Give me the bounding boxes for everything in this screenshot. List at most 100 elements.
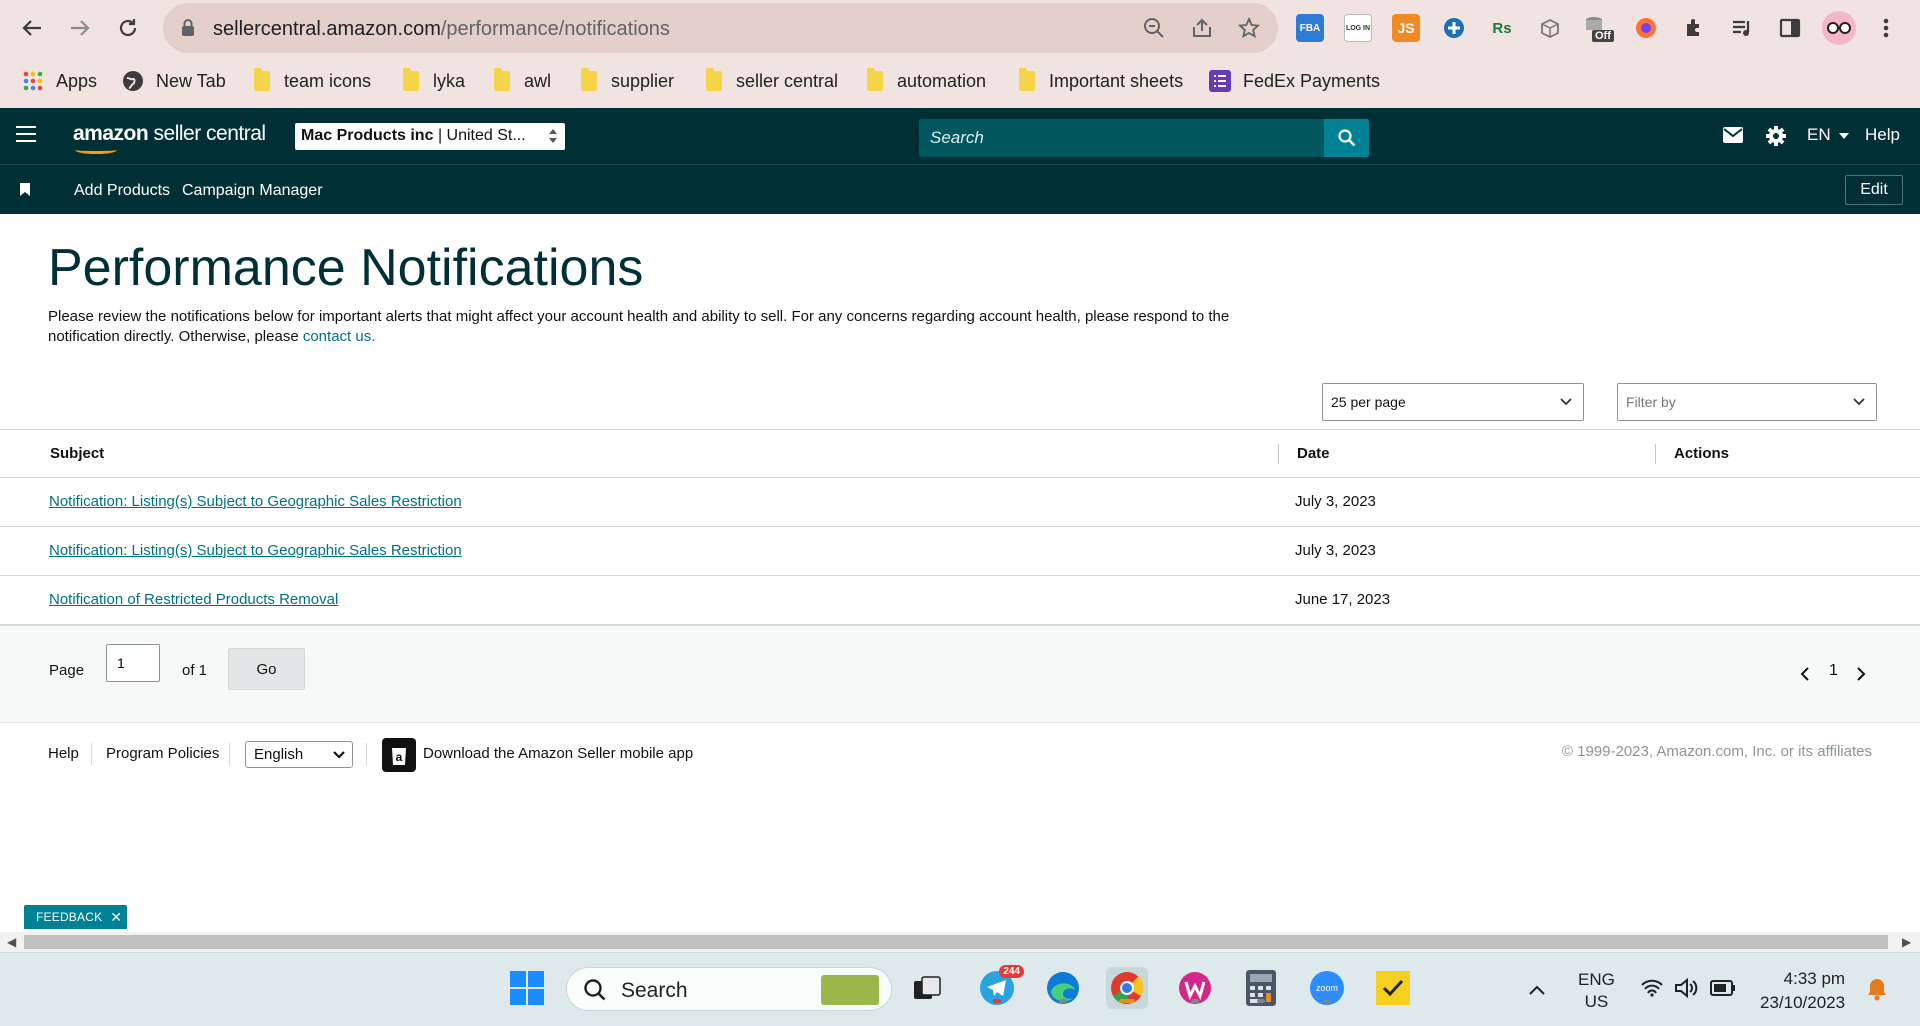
bookmark-icon[interactable] bbox=[20, 183, 30, 196]
apps-grid-icon bbox=[23, 71, 43, 91]
bookmark-fedex-payments[interactable]: FedEx Payments bbox=[1209, 68, 1380, 94]
bookmark-lyka[interactable]: lyka bbox=[403, 68, 465, 94]
page-number-input[interactable] bbox=[106, 644, 160, 682]
bookmark-team-icons[interactable]: team icons bbox=[254, 68, 371, 94]
search-box[interactable] bbox=[919, 119, 1324, 157]
side-panel-icon[interactable] bbox=[1776, 14, 1804, 42]
forward-button[interactable] bbox=[62, 10, 98, 46]
per-page-dropdown[interactable]: 25 per page bbox=[1322, 383, 1584, 421]
sticky-notes-icon[interactable] bbox=[1372, 967, 1414, 1009]
folder-icon bbox=[403, 68, 419, 91]
fba-extension-icon[interactable]: FBA bbox=[1296, 14, 1324, 42]
bookmark-new-tab[interactable]: New Tab bbox=[122, 68, 226, 94]
address-bar[interactable]: sellercentral.amazon.com/performance/not… bbox=[163, 3, 1278, 53]
profile-avatar-icon[interactable] bbox=[1822, 11, 1856, 45]
close-icon[interactable]: ✕ bbox=[110, 909, 122, 926]
language-code: ENG bbox=[1578, 970, 1615, 989]
calculator-icon[interactable] bbox=[1240, 967, 1282, 1009]
scroll-left-arrow-icon[interactable]: ◀ bbox=[7, 935, 16, 949]
input-language-indicator[interactable]: ENG US bbox=[1578, 969, 1615, 1013]
extensions-puzzle-icon[interactable] bbox=[1680, 14, 1708, 42]
taskbar-search[interactable]: Search bbox=[566, 967, 892, 1011]
wifi-icon[interactable] bbox=[1640, 979, 1664, 997]
off-extension-icon[interactable]: Off bbox=[1584, 14, 1618, 42]
go-button[interactable]: Go bbox=[228, 648, 305, 690]
media-queue-icon[interactable] bbox=[1728, 14, 1756, 42]
bookmark-star-icon[interactable] bbox=[1236, 15, 1262, 41]
off-extension-label: Off bbox=[1592, 30, 1614, 42]
current-page-number[interactable]: 1 bbox=[1829, 662, 1838, 680]
language-selector[interactable]: EN bbox=[1807, 125, 1850, 145]
notification-subject-link[interactable]: Notification: Listing(s) Subject to Geog… bbox=[49, 542, 462, 559]
search-icon bbox=[1337, 129, 1355, 147]
js-extension-label: JS bbox=[1397, 20, 1415, 36]
hamburger-menu-icon[interactable] bbox=[16, 126, 36, 146]
back-button[interactable] bbox=[14, 10, 50, 46]
wps-office-icon[interactable] bbox=[1174, 967, 1216, 1009]
column-header-date[interactable]: Date bbox=[1297, 445, 1330, 462]
help-link[interactable]: Help bbox=[1865, 125, 1900, 145]
scrollbar-thumb[interactable] bbox=[24, 935, 1888, 949]
browser-menu-icon[interactable] bbox=[1872, 14, 1900, 42]
battery-icon[interactable] bbox=[1710, 980, 1736, 996]
edit-shortcuts-button[interactable]: Edit bbox=[1845, 175, 1903, 205]
bookmark-important-sheets[interactable]: Important sheets bbox=[1019, 68, 1183, 94]
lock-icon[interactable] bbox=[180, 18, 196, 38]
bookmark-awl[interactable]: awl bbox=[494, 68, 551, 94]
add-products-link[interactable]: Add Products bbox=[74, 182, 170, 200]
bookmark-label: New Tab bbox=[156, 70, 226, 91]
search-button[interactable] bbox=[1324, 119, 1369, 157]
scroll-right-arrow-icon[interactable]: ▶ bbox=[1902, 935, 1911, 949]
zoom-app-icon[interactable]: zoom bbox=[1306, 967, 1348, 1009]
footer-divider bbox=[91, 743, 92, 765]
back-arrow-icon bbox=[22, 20, 41, 36]
download-app-link[interactable]: Download the Amazon Seller mobile app bbox=[423, 745, 693, 762]
telegram-icon[interactable]: 244 bbox=[976, 965, 1024, 1009]
footer-language-select[interactable]: English bbox=[245, 741, 353, 768]
chevron-right-icon[interactable] bbox=[1856, 667, 1866, 681]
chevron-left-icon[interactable] bbox=[1800, 667, 1810, 681]
rs-extension-icon[interactable]: Rs bbox=[1488, 14, 1516, 42]
amazon-seller-central-logo[interactable]: amazon seller central bbox=[73, 122, 266, 154]
zoom-icon[interactable] bbox=[1141, 15, 1167, 41]
js-extension-icon[interactable]: JS bbox=[1392, 14, 1420, 42]
clock[interactable]: 4:33 pm 23/10/2023 bbox=[1760, 967, 1845, 1015]
amazon-seller-app-icon[interactable]: a bbox=[382, 738, 416, 772]
task-view-icon[interactable] bbox=[906, 967, 948, 1009]
program-policies-link[interactable]: Program Policies bbox=[106, 745, 219, 762]
notification-subject-link[interactable]: Notification of Restricted Products Remo… bbox=[49, 591, 338, 608]
search-input[interactable] bbox=[919, 119, 1324, 157]
bookmark-seller-central[interactable]: seller central bbox=[706, 68, 838, 94]
box-extension-icon[interactable] bbox=[1536, 14, 1564, 42]
filter-by-dropdown[interactable]: Filter by bbox=[1617, 383, 1877, 421]
chrome-browser-icon[interactable] bbox=[1106, 967, 1148, 1009]
bookmark-supplier[interactable]: supplier bbox=[581, 68, 674, 94]
page-title: Performance Notifications bbox=[48, 239, 644, 297]
chevron-up-icon[interactable] bbox=[1529, 985, 1545, 995]
column-header-subject[interactable]: Subject bbox=[50, 445, 104, 462]
feedback-label: FEEDBACK bbox=[36, 910, 103, 924]
account-switcher[interactable]: Mac Products inc | United St... bbox=[295, 123, 565, 150]
edge-browser-icon[interactable] bbox=[1042, 967, 1084, 1009]
active-indicator bbox=[1119, 999, 1135, 1003]
browser-chrome: sellercentral.amazon.com/performance/not… bbox=[0, 0, 1920, 108]
settings-gear-icon[interactable] bbox=[1765, 125, 1787, 152]
reload-button[interactable] bbox=[110, 10, 146, 46]
bookmark-apps[interactable]: Apps bbox=[22, 68, 97, 94]
notification-subject-link[interactable]: Notification: Listing(s) Subject to Geog… bbox=[49, 493, 462, 510]
firefox-relay-extension-icon[interactable] bbox=[1632, 14, 1660, 42]
mail-icon[interactable] bbox=[1723, 127, 1743, 148]
campaign-manager-link[interactable]: Campaign Manager bbox=[182, 182, 323, 200]
url-text[interactable]: sellercentral.amazon.com/performance/not… bbox=[213, 18, 670, 41]
windows-start-icon[interactable] bbox=[506, 967, 548, 1009]
volume-icon[interactable] bbox=[1674, 977, 1698, 999]
bookmark-automation[interactable]: automation bbox=[867, 68, 986, 94]
footer-help-link[interactable]: Help bbox=[48, 745, 79, 762]
contact-us-link[interactable]: contact us. bbox=[303, 328, 376, 345]
share-icon[interactable] bbox=[1189, 15, 1215, 41]
plus-circle-extension-icon[interactable] bbox=[1440, 14, 1468, 42]
feedback-tab[interactable]: FEEDBACK ✕ bbox=[24, 905, 127, 929]
notification-bell-icon[interactable] bbox=[1866, 977, 1888, 1001]
horizontal-scrollbar[interactable]: ◀ ▶ bbox=[0, 932, 1920, 952]
login-extension-icon[interactable]: LOG IN bbox=[1344, 14, 1372, 42]
